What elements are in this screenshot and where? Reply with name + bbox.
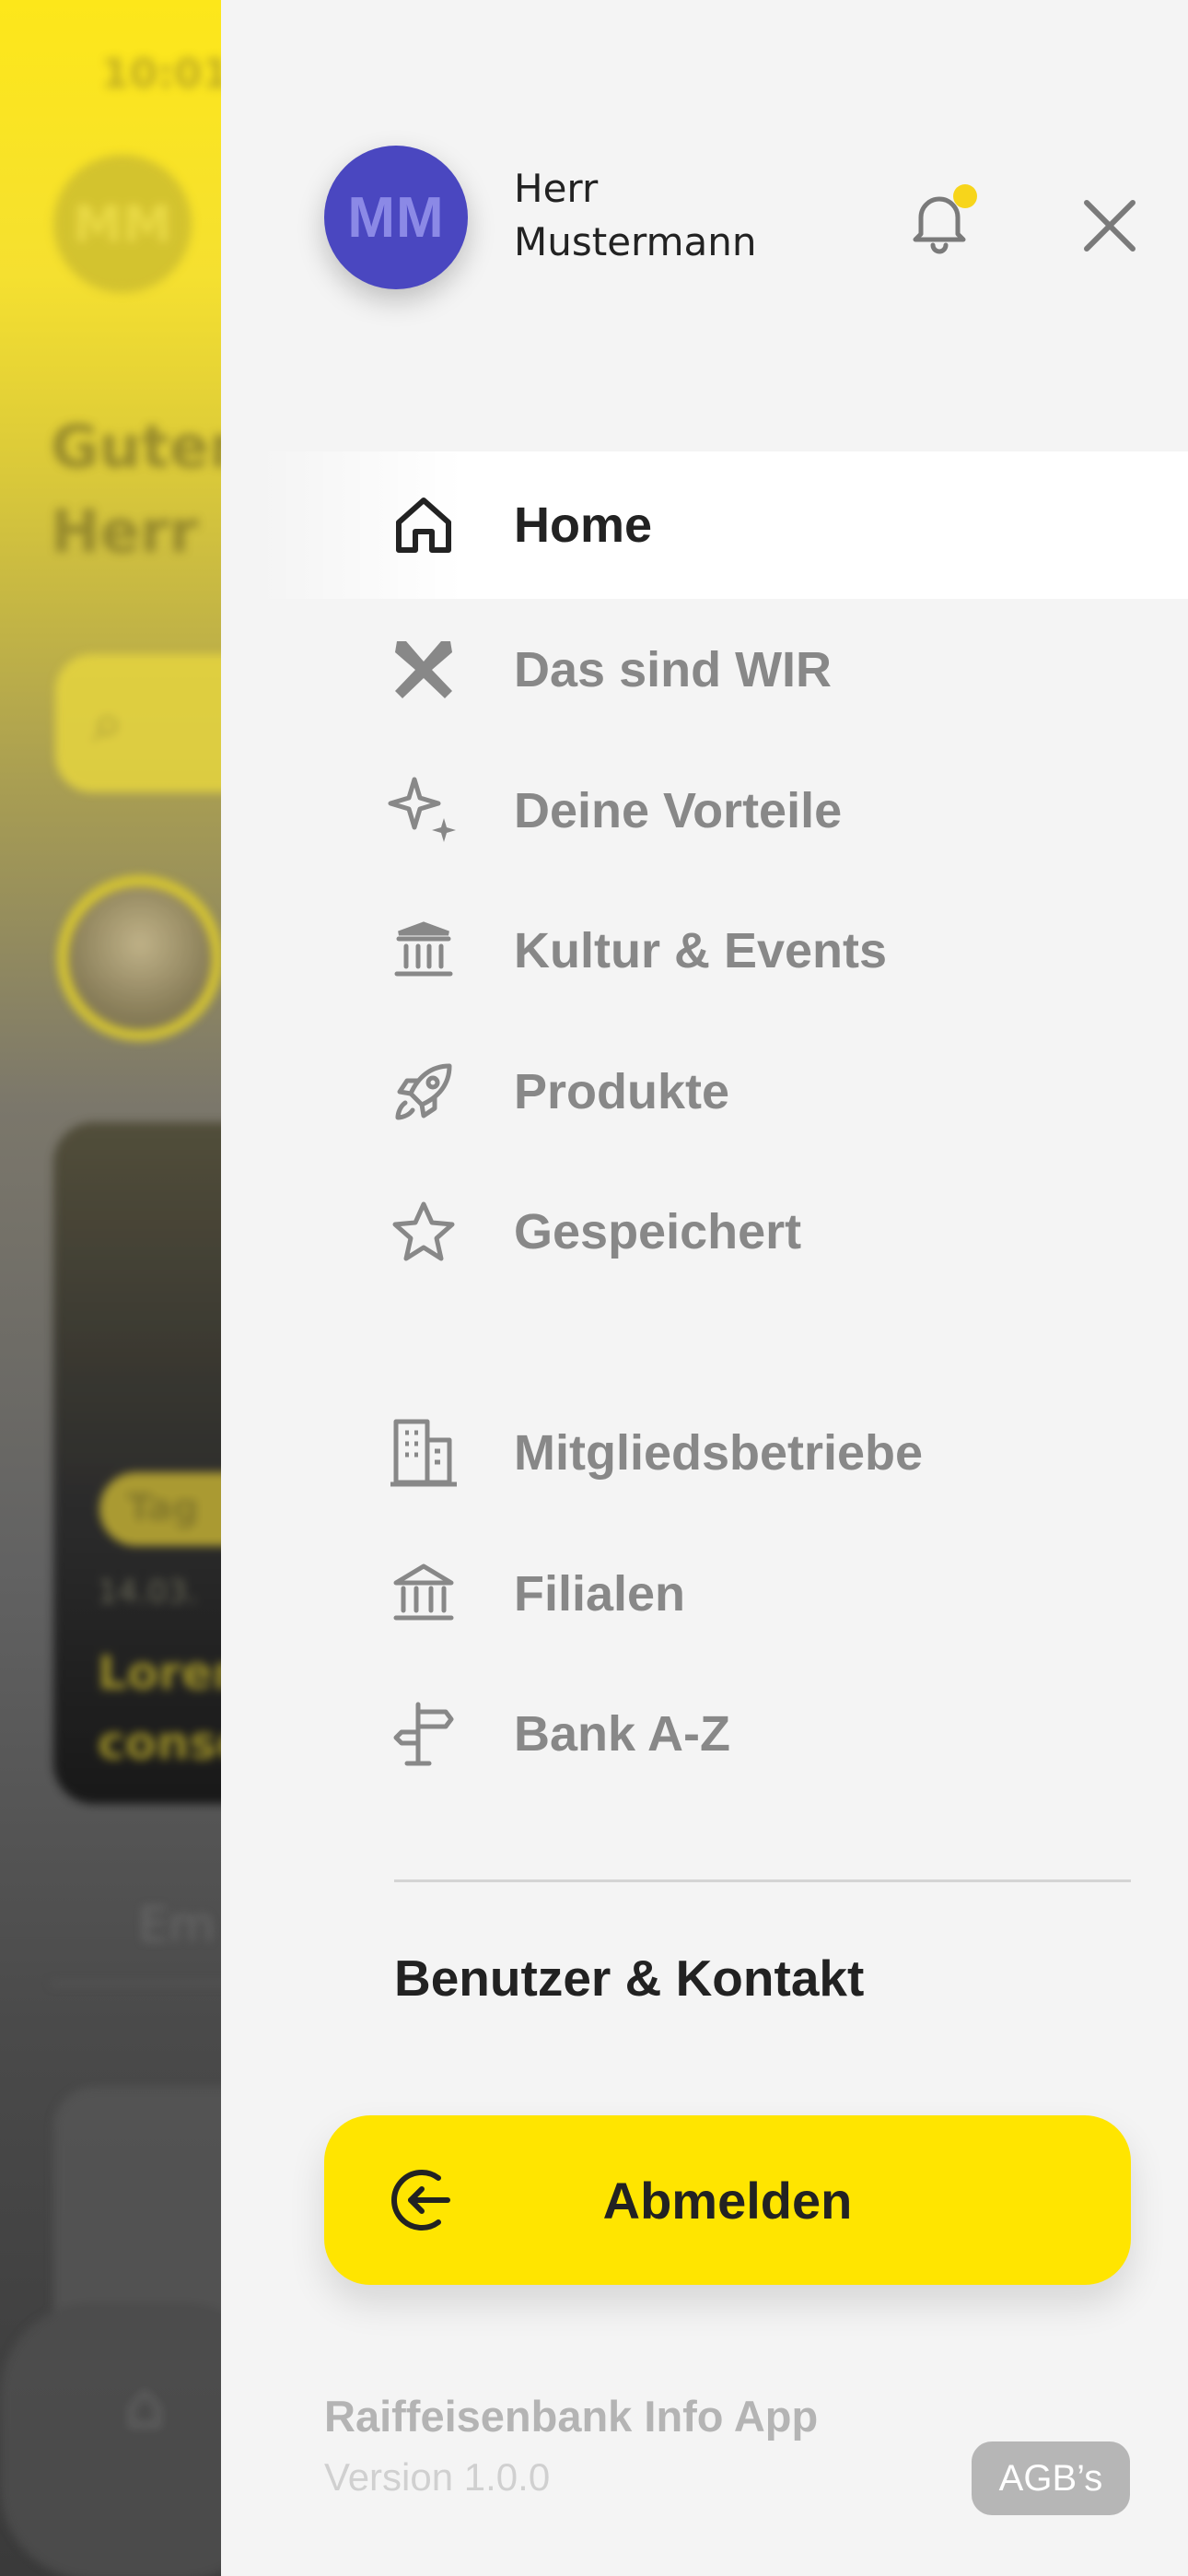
agb-button[interactable]: AGB’s xyxy=(972,2441,1130,2515)
user-name: Herr Mustermann xyxy=(514,162,756,269)
raiffeisen-crossed-icon xyxy=(395,641,452,698)
rocket-icon xyxy=(395,1063,452,1120)
bank-icon xyxy=(393,1563,454,1621)
menu-item-das-sind-wir[interactable]: Das sind WIR xyxy=(387,615,1151,725)
menu-divider xyxy=(394,1879,1131,1882)
bg-card-text: Lorem conse xyxy=(98,1638,221,1778)
bg-search-field: ⌕ xyxy=(55,654,221,792)
notifications-button[interactable] xyxy=(903,184,977,258)
menu-item-label: Das sind WIR xyxy=(514,642,833,697)
close-icon xyxy=(1084,200,1136,252)
menu-item-gespeichert[interactable]: Gespeichert xyxy=(387,1177,1151,1287)
bg-bottom-nav: ⌂ xyxy=(0,2303,221,2576)
user-name-line2: Mustermann xyxy=(514,219,757,264)
menu-item-label: Gespeichert xyxy=(514,1204,802,1259)
menu-item-label: Bank A-Z xyxy=(514,1706,731,1762)
building-icon xyxy=(390,1419,457,1487)
app-version: Version 1.0.0 xyxy=(324,2455,551,2499)
app-name: Raiffeisenbank Info App xyxy=(324,2392,819,2441)
logout-icon xyxy=(391,2170,450,2231)
logout-button[interactable]: Abmelden xyxy=(324,2115,1131,2285)
home-icon xyxy=(396,498,451,553)
menu-item-mitgliedsbetriebe[interactable]: Mitgliedsbetriebe xyxy=(387,1398,1151,1508)
museum-icon xyxy=(394,921,453,977)
bg-search-icon: ⌕ xyxy=(92,691,123,755)
bg-tab-underline xyxy=(51,1981,221,1986)
bg-greeting-line2: Herr xyxy=(51,498,199,567)
bg-news-card: Tag 14.03. Lorem conse xyxy=(53,1122,221,1804)
menu-item-home[interactable]: Home xyxy=(387,470,1151,580)
bg-tab-label: Em xyxy=(138,1898,215,1953)
user-avatar[interactable]: MM xyxy=(324,146,468,289)
background-app: 10:01 MM Guten Herr ⌕ Tag 14.03. Lorem c… xyxy=(0,0,221,2576)
bg-avatar: MM xyxy=(53,155,192,293)
bg-card-date: 14.03. xyxy=(98,1574,198,1610)
menu-item-label: Kultur & Events xyxy=(514,923,888,978)
bg-greeting-line1: Guten xyxy=(51,414,221,482)
avatar-initials: MM xyxy=(347,185,445,250)
user-contact-link[interactable]: Benutzer & Kontakt xyxy=(394,1949,864,2008)
bg-card-text-line1: Lorem xyxy=(98,1646,221,1700)
bg-home-icon: ⌂ xyxy=(124,2368,166,2443)
menu-item-label: Home xyxy=(514,498,653,553)
menu-item-produkte[interactable]: Produkte xyxy=(387,1036,1151,1147)
menu-item-label: Produkte xyxy=(514,1064,730,1119)
bg-card-text-line2: conse xyxy=(98,1716,221,1770)
menu-item-label: Mitgliedsbetriebe xyxy=(514,1425,924,1481)
bg-status-time: 10:01 xyxy=(101,51,221,98)
bg-story-avatar xyxy=(57,875,221,1041)
navigation-drawer: MM Herr Mustermann Home Das sind WIR Dei… xyxy=(221,0,1188,2576)
menu-item-filialen[interactable]: Filialen xyxy=(387,1539,1151,1649)
menu-item-deine-vorteile[interactable]: Deine Vorteile xyxy=(387,755,1151,866)
menu-item-bank-a-z[interactable]: Bank A-Z xyxy=(387,1679,1151,1789)
bg-greeting: Guten Herr xyxy=(51,405,221,575)
logout-label: Abmelden xyxy=(602,2171,853,2230)
notification-dot xyxy=(953,184,977,208)
menu-item-label: Deine Vorteile xyxy=(514,783,843,838)
close-drawer-button[interactable] xyxy=(1077,193,1142,258)
sparkles-icon xyxy=(388,777,456,842)
menu-item-label: Filialen xyxy=(514,1566,686,1622)
user-name-line1: Herr xyxy=(514,166,599,211)
menu-item-kultur-events[interactable]: Kultur & Events xyxy=(387,896,1151,1006)
bg-card-tag: Tag xyxy=(99,1472,221,1546)
signpost-icon xyxy=(393,1702,454,1766)
star-icon xyxy=(392,1201,455,1261)
